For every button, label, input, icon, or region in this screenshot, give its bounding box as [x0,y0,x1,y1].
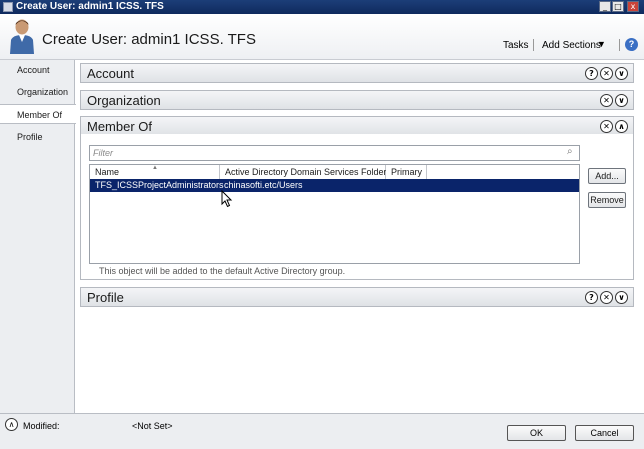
sort-ascending-icon: ▲ [152,165,158,171]
section-title: Profile [87,290,124,305]
close-icon[interactable]: ✕ [600,94,613,107]
ok-button[interactable]: OK [507,425,566,441]
add-button[interactable]: Add... [588,168,626,184]
window-title: Create User: admin1 ICSS. TFS [16,1,164,12]
user-avatar-icon [10,19,34,54]
close-icon[interactable]: ✕ [600,291,613,304]
close-icon[interactable]: ✕ [600,67,613,80]
cell-name: TFS_ICSSProjectAdministrators [95,180,224,190]
header-divider [619,39,620,51]
minimize-button[interactable]: _ [599,1,611,12]
help-icon[interactable]: ? [585,67,598,80]
chevron-up-icon[interactable]: ∧ [615,120,628,133]
filter-input[interactable] [89,145,580,161]
section-title: Account [87,66,134,81]
close-button[interactable]: x [627,1,639,12]
close-icon[interactable]: ✕ [600,120,613,133]
help-icon[interactable]: ? [625,38,638,51]
mouse-cursor-icon [221,190,233,208]
sidebar-item-member-of[interactable]: Member Of [0,104,76,124]
sidebar-item-account[interactable]: Account [0,60,75,80]
section-account[interactable]: Account ? ✕ ∨ [80,63,634,83]
chevron-down-icon[interactable]: ∨ [615,94,628,107]
section-title: Member Of [87,119,153,134]
modified-value: <Not Set> [132,421,173,431]
sidebar: Account Organization Member Of Profile [0,60,76,413]
column-header-primary[interactable]: Primary [386,165,427,180]
filter-placeholder: Filter [93,148,113,158]
search-icon[interactable]: ⌕ [567,146,573,157]
sidebar-item-organization[interactable]: Organization [0,82,75,102]
chevron-down-icon[interactable]: ▼ [597,39,606,49]
cell-folder: chinasofti.etc/Users [224,180,303,190]
page-header: Create User: admin1 ICSS. TFS Tasks Add … [0,14,644,60]
section-organization[interactable]: Organization ✕ ∨ [80,90,634,110]
info-note: This object will be added to the default… [99,266,346,276]
sidebar-item-profile[interactable]: Profile [0,127,75,147]
chevron-up-icon[interactable]: ∧ [5,418,18,431]
app-icon [3,2,13,12]
tasks-menu[interactable]: Tasks [503,40,529,51]
help-icon[interactable]: ? [585,291,598,304]
section-profile[interactable]: Profile ? ✕ ∨ [80,287,634,307]
chevron-down-icon[interactable]: ∨ [615,67,628,80]
header-divider [533,39,534,51]
page-title: Create User: admin1 ICSS. TFS [42,31,256,48]
column-header-folder[interactable]: Active Directory Domain Services Folder [220,165,387,180]
add-sections-menu[interactable]: Add Sections [542,40,601,51]
cancel-button[interactable]: Cancel [575,425,634,441]
chevron-down-icon[interactable]: ∨ [615,291,628,304]
remove-button[interactable]: Remove [588,192,626,208]
section-title: Organization [87,93,161,108]
maximize-button[interactable]: □ [612,1,624,12]
modified-label: Modified: [23,421,60,431]
window-titlebar: Create User: admin1 ICSS. TFS _ □ x [0,0,644,14]
section-member-of[interactable]: Member Of ✕ ∧ [80,116,634,136]
